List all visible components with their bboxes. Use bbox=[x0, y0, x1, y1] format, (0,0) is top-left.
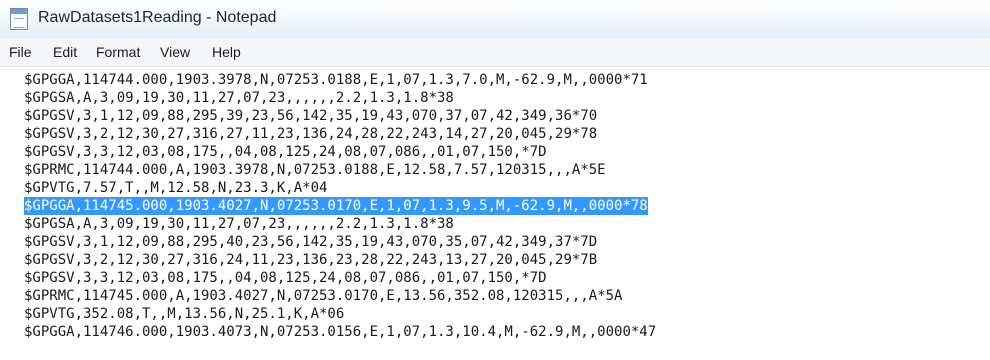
menu-file[interactable]: File bbox=[9, 44, 32, 60]
menu-format[interactable]: Format bbox=[96, 44, 140, 60]
text-line[interactable]: $GPGGA,114744.000,1903.3978,N,07253.0188… bbox=[24, 71, 648, 89]
text-editor-area[interactable]: $GPGGA,114744.000,1903.3978,N,07253.0188… bbox=[0, 67, 990, 360]
text-line[interactable]: $GPGSA,A,3,09,19,30,11,27,07,23,,,,,,2.2… bbox=[24, 89, 454, 107]
text-line[interactable]: $GPGSV,3,2,12,30,27,316,27,11,23,136,24,… bbox=[24, 125, 597, 143]
notepad-icon bbox=[10, 8, 28, 30]
text-line[interactable]: $GPGGA,114746.000,1903.4073,N,07253.0156… bbox=[24, 323, 656, 341]
text-line[interactable]: $GPVTG,7.57,T,,M,12.58,N,23.3,K,A*04 bbox=[24, 179, 327, 197]
notepad-window: RawDatasets1Reading - Notepad File Edit … bbox=[0, 0, 990, 360]
text-line[interactable]: $GPGSV,3,3,12,03,08,175,,04,08,125,24,08… bbox=[24, 269, 547, 287]
text-line[interactable]: $GPGSV,3,3,12,03,08,175,,04,08,125,24,08… bbox=[24, 143, 547, 161]
text-line[interactable]: $GPGSV,3,1,12,09,88,295,40,23,56,142,35,… bbox=[24, 233, 597, 251]
text-line[interactable]: $GPGSV,3,2,12,30,27,316,24,11,23,136,23,… bbox=[24, 251, 597, 269]
selected-text-line[interactable]: $GPGGA,114745.000,1903.4027,N,07253.0170… bbox=[24, 197, 648, 215]
window-title: RawDatasets1Reading - Notepad bbox=[38, 9, 277, 26]
text-line[interactable]: $GPVTG,352.08,T,,M,13.56,N,25.1,K,A*06 bbox=[24, 305, 344, 323]
title-bar[interactable]: RawDatasets1Reading - Notepad bbox=[0, 0, 990, 39]
text-line[interactable]: $GPRMC,114745.000,A,1903.4027,N,07253.01… bbox=[24, 287, 622, 305]
menu-bar: File Edit Format View Help bbox=[0, 38, 990, 67]
menu-help[interactable]: Help bbox=[212, 44, 241, 60]
text-line[interactable]: $GPGSV,3,1,12,09,88,295,39,23,56,142,35,… bbox=[24, 107, 597, 125]
menu-view[interactable]: View bbox=[160, 44, 190, 60]
text-line[interactable]: $GPRMC,114744.000,A,1903.3978,N,07253.01… bbox=[24, 161, 606, 179]
menu-edit[interactable]: Edit bbox=[53, 44, 77, 60]
text-line[interactable]: $GPGSA,A,3,09,19,30,11,27,07,23,,,,,,2.2… bbox=[24, 215, 454, 233]
